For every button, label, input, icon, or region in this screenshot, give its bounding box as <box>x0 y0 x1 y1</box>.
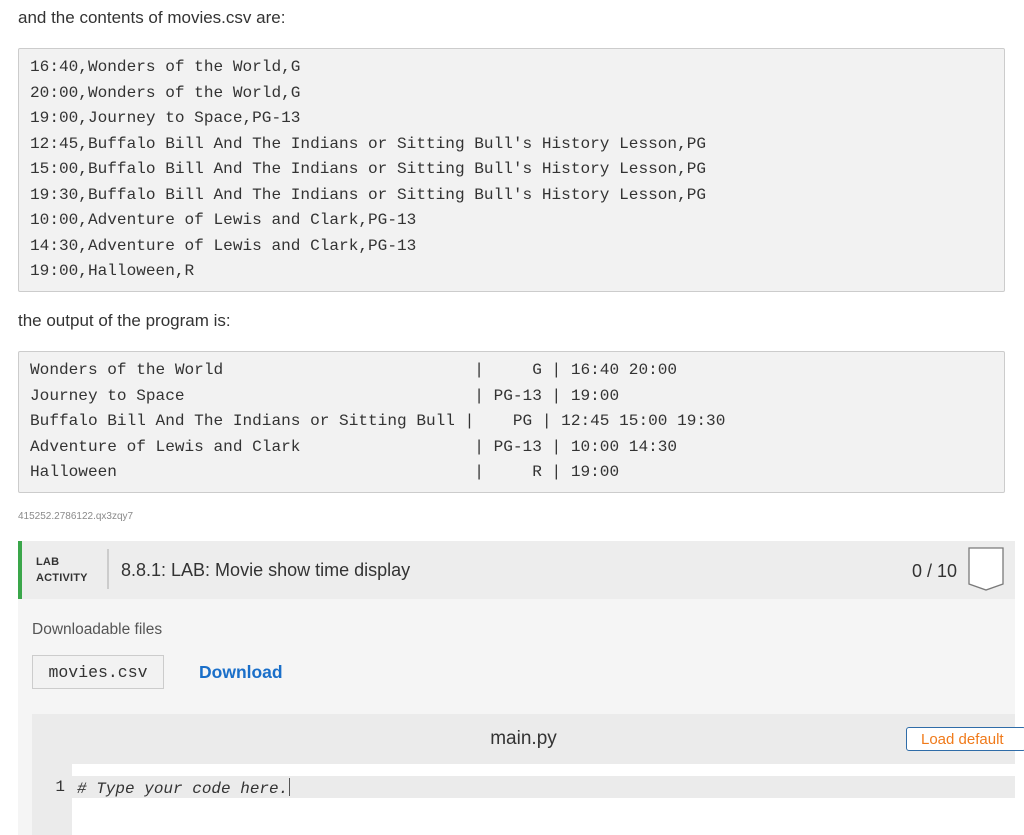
code-id: 415252.2786122.qx3zqy7 <box>18 511 134 522</box>
lab-type-line1: LAB <box>36 556 60 568</box>
intro-text: and the contents of movies.csv are: <box>18 8 286 27</box>
output-intro-text: the output of the program is: <box>18 311 231 330</box>
csv-line: 16:40,Wonders of the World,G <box>30 58 301 76</box>
csv-line: 10:00,Adventure of Lewis and Clark,PG-13 <box>30 211 417 229</box>
lab-header[interactable]: LAB ACTIVITY 8.8.1: LAB: Movie show time… <box>18 541 1015 599</box>
editor-header: main.py <box>32 714 1015 764</box>
lab-score: 0 / 10 <box>911 561 957 581</box>
completion-chevron-icon <box>967 546 1005 597</box>
output-line: Buffalo Bill And The Indians or Sitting … <box>30 412 726 430</box>
csv-line: 19:30,Buffalo Bill And The Indians or Si… <box>30 185 707 204</box>
editor-gutter <box>32 764 72 835</box>
csv-line: 12:45,Buffalo Bill And The Indians or Si… <box>30 134 707 153</box>
lab-type-line2: ACTIVITY <box>36 572 88 584</box>
downloadable-files-label: Downloadable files <box>32 621 163 638</box>
output-line: Journey to Space | PG-13 | 19:00 <box>30 386 620 405</box>
program-output-block: Wonders of the World | G | 16:40 20:00 Jo… <box>18 351 1005 493</box>
csv-line: 20:00,Wonders of the World,G <box>30 83 301 102</box>
output-line: Halloween | R | 19:00 <box>30 463 620 481</box>
lab-type-label: LAB ACTIVITY <box>36 554 88 586</box>
lab-activity: LAB ACTIVITY 8.8.1: LAB: Movie show time… <box>18 541 1024 835</box>
line-number: 1 <box>55 778 65 796</box>
code-text: # Type your code here. <box>77 780 289 798</box>
text-cursor <box>289 778 291 796</box>
editor-code-line[interactable]: # Type your code here. <box>77 778 291 798</box>
output-line: Adventure of Lewis and Clark | PG-13 | 1… <box>30 437 678 456</box>
output-line: Wonders of the World | G | 16:40 20:00 <box>30 361 678 379</box>
download-link[interactable]: Download <box>199 662 283 683</box>
csv-contents-block: 16:40,Wonders of the World,G 20:00,Wonder… <box>18 48 1005 292</box>
load-default-button[interactable]: Load default <box>906 727 1024 751</box>
csv-line: 15:00,Buffalo Bill And The Indians or Si… <box>30 160 707 178</box>
lab-divider <box>107 549 109 589</box>
csv-line: 19:00,Halloween,R <box>30 262 195 280</box>
editor-filename: main.py <box>490 728 557 749</box>
code-editor[interactable]: main.py Load default 1 # Type your code … <box>32 714 1024 835</box>
csv-line: 14:30,Adventure of Lewis and Clark,PG-13 <box>30 236 417 255</box>
file-name-chip: movies.csv <box>32 655 164 689</box>
csv-line: 19:00,Journey to Space,PG-13 <box>30 109 301 127</box>
lab-title: 8.8.1: LAB: Movie show time display <box>121 560 411 580</box>
